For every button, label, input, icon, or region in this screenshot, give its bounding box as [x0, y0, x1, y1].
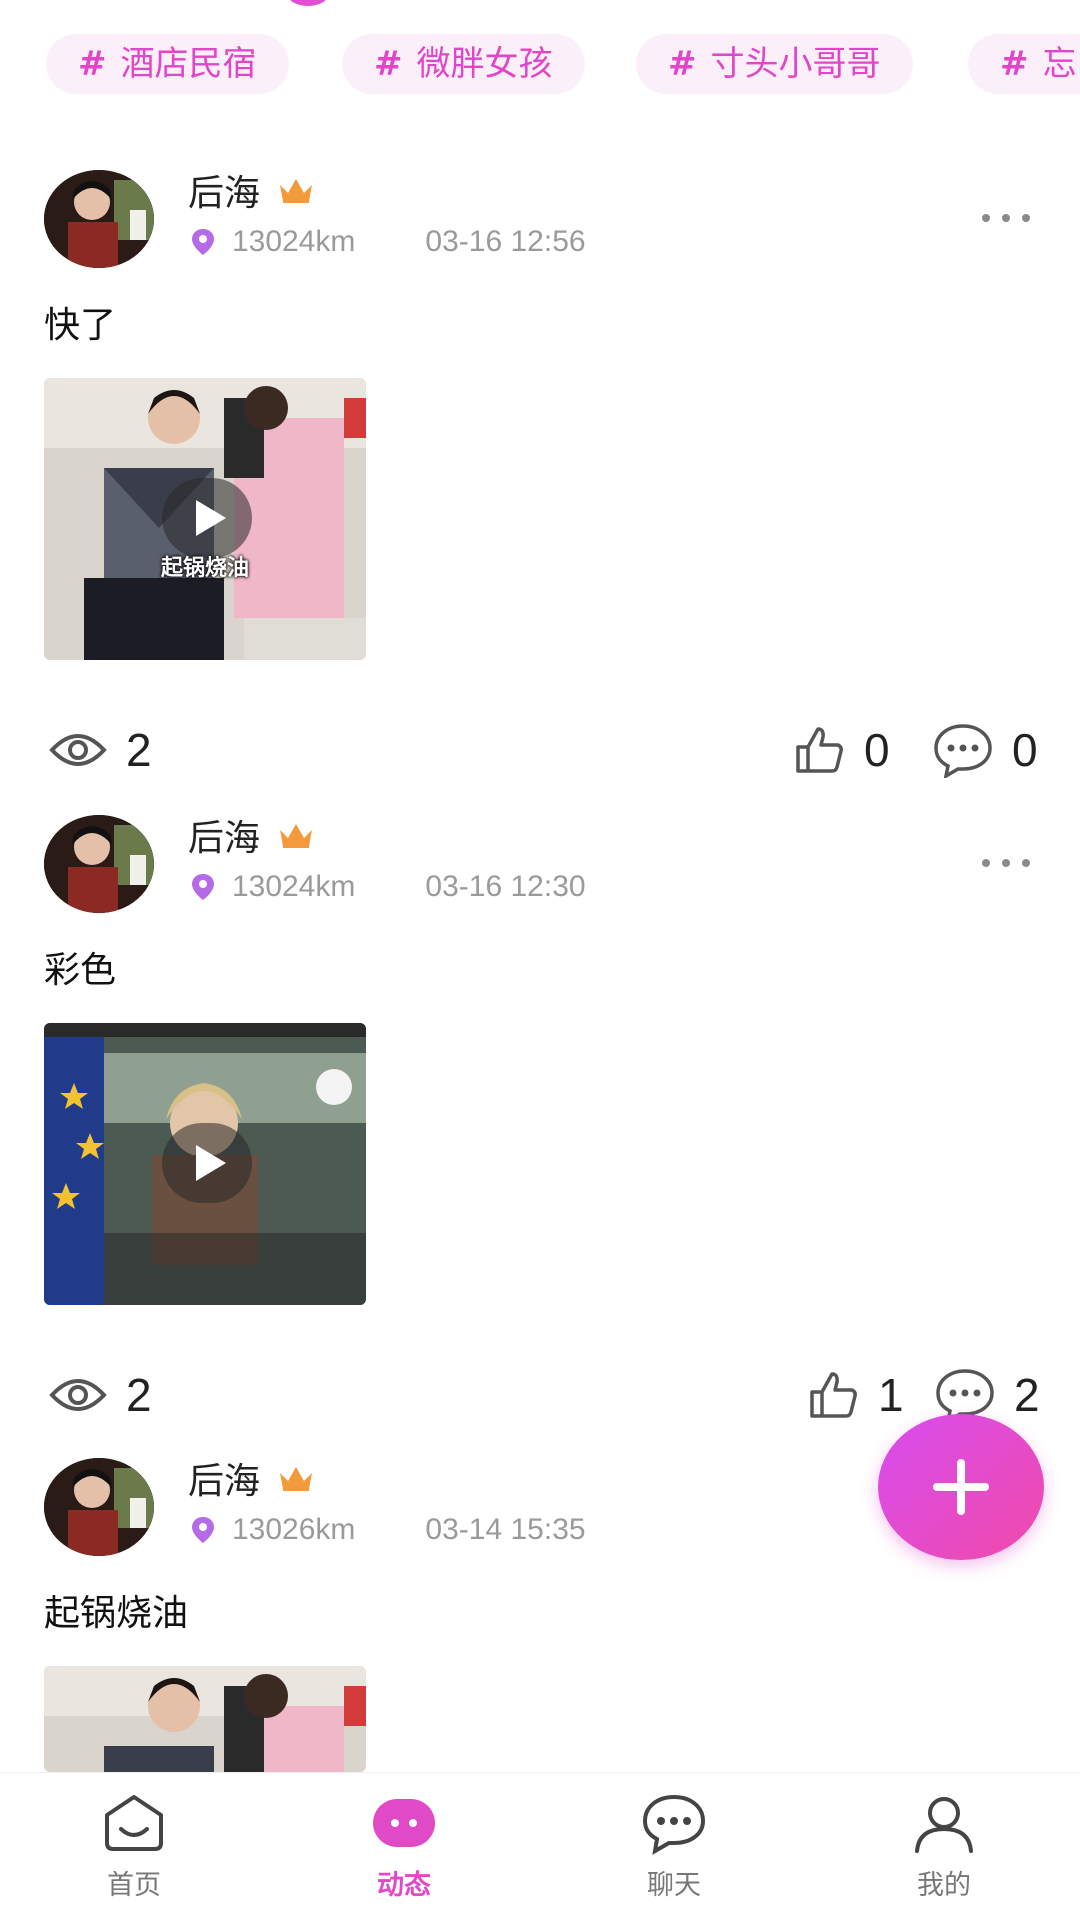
post-meta: 13026km 03-14 15:35	[188, 1510, 586, 1550]
topic-tag-strip[interactable]: # 酒店民宿 # 微胖女孩 # 寸头小哥哥 # 忘	[0, 24, 1080, 106]
view-count: 2	[48, 1365, 152, 1425]
username[interactable]: 后海	[188, 1452, 260, 1504]
post-content: 起锅烧油	[44, 1593, 189, 1634]
profile-icon	[915, 1797, 973, 1853]
video-thumbnail[interactable]	[44, 1023, 366, 1305]
view-count: 2	[48, 720, 152, 780]
post-stats: 2 1 2	[0, 1365, 1080, 1425]
avatar-image	[44, 815, 154, 913]
location-pin-icon	[192, 1517, 214, 1543]
user-info-row: 后海	[188, 166, 316, 214]
topic-tag[interactable]: # 寸头小哥哥	[636, 34, 913, 94]
location-pin-icon	[192, 874, 214, 900]
username[interactable]: 后海	[188, 164, 260, 216]
home-icon	[105, 1795, 163, 1851]
nav-home[interactable]: 首页	[64, 1791, 204, 1911]
post-stats: 2 0 0	[0, 720, 1080, 780]
crown-icon	[280, 824, 313, 848]
topic-tag[interactable]: # 微胖女孩	[342, 34, 585, 94]
plus-icon	[933, 1459, 989, 1515]
create-post-button[interactable]	[878, 1414, 1044, 1560]
avatar[interactable]	[44, 170, 154, 268]
video-caption: 起锅烧油	[160, 556, 249, 581]
distance-text: 13024km	[232, 870, 356, 903]
more-icon[interactable]	[982, 210, 1030, 226]
eye-icon	[49, 1379, 107, 1411]
more-icon[interactable]	[982, 855, 1030, 871]
post-content: 彩色	[44, 950, 117, 991]
distance-text: 13026km	[232, 1513, 356, 1546]
post-time: 03-14 15:35	[425, 1513, 586, 1546]
post-content: 快了	[44, 305, 117, 346]
video-thumbnail[interactable]: 起锅烧油	[44, 378, 366, 660]
post-meta: 13024km 03-16 12:30	[188, 867, 586, 907]
thumbs-up-icon	[810, 1372, 857, 1418]
post-time: 03-16 12:30	[425, 870, 586, 903]
eye-icon	[49, 734, 107, 766]
comment-button[interactable]: 0	[932, 720, 1038, 780]
thumbs-up-icon	[796, 727, 843, 773]
crown-icon	[280, 1467, 313, 1491]
post-time: 03-16 12:56	[425, 225, 586, 258]
chat-icon	[642, 1794, 706, 1855]
avatar-image	[44, 1458, 154, 1556]
topic-tag[interactable]: # 酒店民宿	[46, 34, 289, 94]
comment-icon	[934, 724, 992, 778]
topic-tag[interactable]: # 忘	[968, 34, 1080, 94]
avatar-image	[44, 170, 154, 268]
distance-text: 13024km	[232, 225, 356, 258]
crown-icon	[280, 179, 313, 203]
play-icon[interactable]	[162, 1123, 252, 1203]
avatar[interactable]	[44, 815, 154, 913]
user-info-row: 后海	[188, 1454, 316, 1502]
video-frame-image	[44, 1666, 366, 1772]
location-pin-icon	[192, 229, 214, 255]
like-button[interactable]: 1	[806, 1365, 904, 1425]
post-meta: 13024km 03-16 12:56	[188, 222, 586, 262]
nav-moments[interactable]: 动态	[334, 1791, 474, 1911]
avatar[interactable]	[44, 1458, 154, 1556]
moments-icon	[373, 1799, 435, 1847]
bottom-navigation: 首页 动态 聊天 我的	[0, 1772, 1080, 1920]
play-icon[interactable]	[162, 478, 252, 558]
nav-mine[interactable]: 我的	[874, 1791, 1014, 1911]
username[interactable]: 后海	[188, 809, 260, 861]
top-indicator-dot	[288, 0, 328, 6]
user-info-row: 后海	[188, 811, 316, 859]
like-button[interactable]: 0	[792, 720, 890, 780]
nav-chat[interactable]: 聊天	[604, 1791, 744, 1911]
video-thumbnail[interactable]	[44, 1666, 366, 1772]
